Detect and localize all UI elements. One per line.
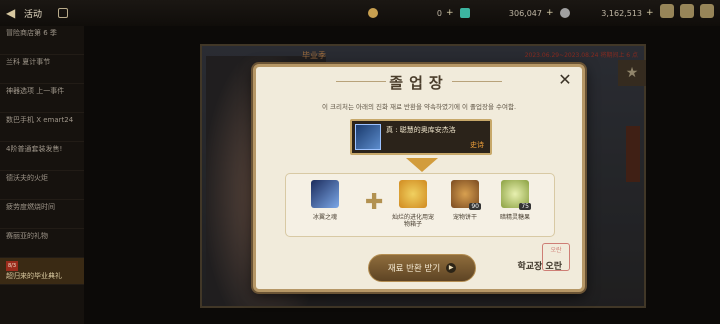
material-label: 宠物饼干 bbox=[452, 214, 477, 221]
item-count: 75 bbox=[519, 203, 531, 210]
sidebar-item[interactable]: 兰科 夏计事节 bbox=[0, 55, 84, 84]
sidebar-tag: 8/3 bbox=[6, 261, 19, 271]
sidebar-item[interactable]: 疲劳度燃烧时间 bbox=[0, 200, 84, 229]
gold-amount: 0 bbox=[436, 8, 442, 18]
event-date-range: 2023.06.29~2023.08.24 将期间上 6 点 bbox=[524, 52, 638, 59]
item-count: 90 bbox=[469, 203, 481, 210]
dark-elf-candy-icon: 75 bbox=[501, 180, 531, 210]
graduation-certificate-modal: ✕ 졸업장 이 크리처는 아래의 진화 재료 반환을 약속하였기에 이 졸업장을… bbox=[253, 64, 585, 292]
sidebar-item[interactable]: 4阶普通套装发售! bbox=[0, 142, 84, 171]
target-creature-card: 真 : 聪慧的奥库安杰洛 史诗 bbox=[350, 119, 492, 155]
sidebar-item[interactable]: 冒险商店第 6 季 bbox=[0, 26, 84, 55]
creature-portrait-icon bbox=[355, 124, 381, 150]
modal-subtitle: 이 크리처는 아래의 진화 재료 반환을 약속하였기에 이 졸업장을 수여함. bbox=[321, 103, 517, 111]
menu-icon[interactable] bbox=[700, 4, 714, 18]
sidebar-item[interactable]: 德沃夫的火炬 bbox=[0, 171, 84, 200]
favorite-star-icon[interactable]: ★ bbox=[618, 60, 646, 86]
material-item[interactable]: 90 宠物饼干 bbox=[442, 180, 488, 221]
material-item[interactable]: 灿烂的进化用宠物箱子 bbox=[390, 180, 436, 228]
material-item[interactable]: 75 暗精灵糖果 bbox=[492, 180, 538, 221]
calendar-icon[interactable] bbox=[58, 8, 69, 18]
coin-icon bbox=[560, 8, 570, 18]
back-arrow-icon[interactable]: ◀ bbox=[6, 7, 18, 19]
material-label: 冰翼之魂 bbox=[312, 214, 337, 221]
coin-currency: 3,162,513 + bbox=[560, 6, 654, 20]
down-arrow-icon bbox=[406, 158, 438, 172]
coin-amount: 3,162,513 bbox=[601, 8, 642, 18]
modal-title: 졸업장 bbox=[389, 74, 449, 92]
ice-wing-soul-icon bbox=[311, 180, 339, 208]
gem-currency: 306,047 + bbox=[460, 6, 554, 20]
materials-panel: 冰翼之魂 ✚ 灿烂的进化用宠物箱子 90 宠物饼干 75 暗精灵糖果 bbox=[285, 173, 555, 237]
event-title: 毕业季 bbox=[302, 51, 326, 60]
material-label: 灿烂的进化用宠物箱子 bbox=[391, 214, 434, 228]
mail-icon[interactable] bbox=[680, 4, 694, 18]
sidebar-item[interactable]: 赛丽亚的礼物 bbox=[0, 229, 84, 258]
add-gem-button[interactable]: + bbox=[546, 8, 554, 18]
creature-grade: 史诗 bbox=[470, 141, 484, 149]
gold-currency: 0 + bbox=[368, 6, 454, 20]
side-tab[interactable] bbox=[626, 126, 640, 182]
page-title: 活动 bbox=[24, 9, 43, 20]
bag-icon[interactable] bbox=[660, 4, 674, 18]
claim-button-label: 재료 반환 받기 bbox=[387, 264, 441, 274]
material-label: 暗精灵糖果 bbox=[499, 214, 530, 221]
principal-signature: 학교장 오란 bbox=[517, 262, 562, 272]
top-icons bbox=[660, 4, 714, 18]
add-coin-button[interactable]: + bbox=[646, 8, 654, 18]
gem-icon bbox=[460, 8, 470, 18]
top-bar: ◀ 活动 0 + 306,047 + 3,162,513 + bbox=[0, 0, 720, 26]
add-gold-button[interactable]: + bbox=[446, 8, 454, 18]
pet-cookie-icon: 90 bbox=[451, 180, 481, 210]
gold-icon bbox=[368, 8, 378, 18]
evolution-pet-box-icon bbox=[399, 180, 427, 208]
material-item[interactable]: 冰翼之魂 bbox=[302, 180, 348, 221]
gem-amount: 306,047 bbox=[508, 8, 542, 18]
sidebar-item[interactable]: 神器选项 上一事件 bbox=[0, 84, 84, 113]
sidebar-item-active[interactable]: 8/3 超归来的毕业典礼 bbox=[0, 258, 84, 285]
creature-name: 真 : 聪慧的奥库安杰洛 bbox=[386, 126, 456, 134]
sidebar-item[interactable]: 数巴手机 X emart24 bbox=[0, 113, 84, 142]
title-ornament-right bbox=[452, 81, 502, 82]
event-sidebar: 冒险商店第 6 季 兰科 夏计事节 神器选项 上一事件 数巴手机 X emart… bbox=[0, 26, 84, 324]
arrow-right-icon: ▶ bbox=[446, 263, 457, 273]
plus-icon: ✚ bbox=[365, 190, 384, 215]
claim-materials-button[interactable]: 재료 반환 받기 ▶ bbox=[368, 254, 476, 282]
